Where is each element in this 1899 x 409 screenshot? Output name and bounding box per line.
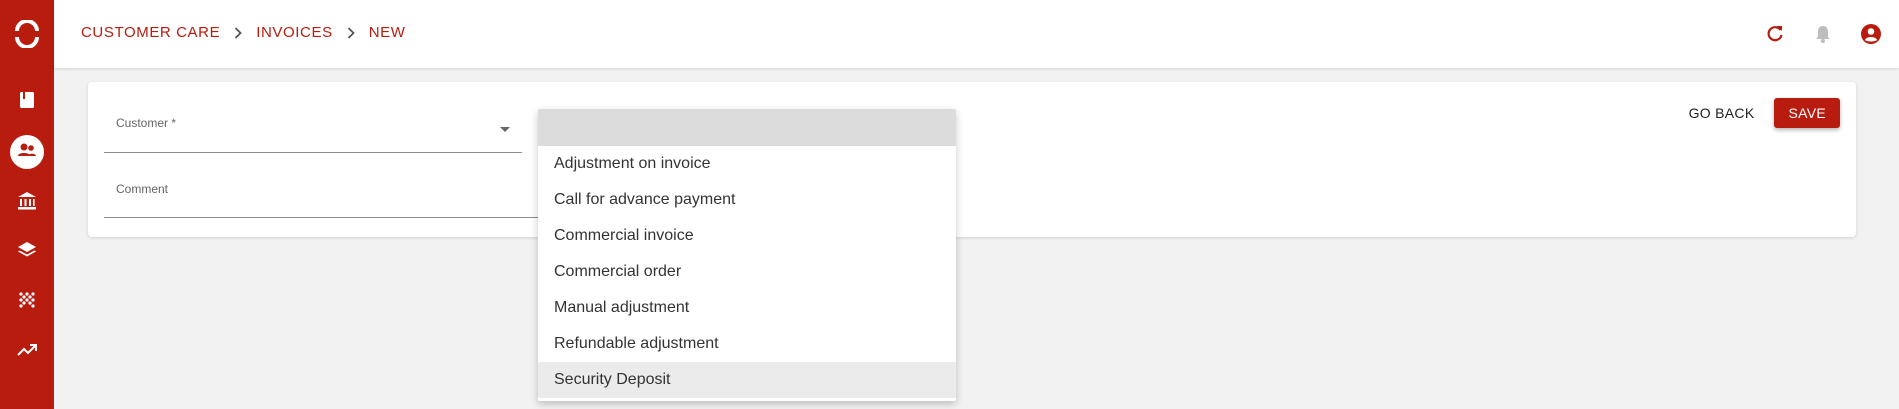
- sidebar-item-layers[interactable]: [7, 232, 47, 272]
- dropdown-option-empty[interactable]: [538, 109, 956, 146]
- book-icon: [17, 90, 37, 115]
- dropdown-option[interactable]: Call for advance payment: [538, 182, 956, 218]
- caret-down-icon[interactable]: [500, 127, 510, 132]
- chevron-right-icon: [347, 26, 355, 39]
- form-actions: GO BACK SAVE: [1683, 98, 1840, 128]
- sidebar-item-grid[interactable]: [7, 282, 47, 322]
- save-button[interactable]: SAVE: [1774, 98, 1840, 128]
- sidebar: [0, 0, 54, 409]
- dropdown-option[interactable]: Commercial order: [538, 254, 956, 290]
- dropdown-option[interactable]: Adjustment on invoice: [538, 146, 956, 182]
- comment-label: Comment: [116, 182, 169, 196]
- chevron-right-icon: [234, 26, 242, 39]
- dropdown-option[interactable]: Manual adjustment: [538, 290, 956, 326]
- invoice-form-card: Customer * Comment GO BACK SAVE: [88, 82, 1856, 237]
- sidebar-item-trending[interactable]: [7, 332, 47, 372]
- comment-field[interactable]: Comment: [104, 174, 544, 218]
- sidebar-item-customers[interactable]: [10, 135, 44, 169]
- sidebar-item-book[interactable]: [7, 82, 47, 122]
- grid-dots-icon: [17, 290, 37, 315]
- refresh-icon[interactable]: [1759, 18, 1791, 50]
- top-bar: CUSTOMER CARE INVOICES NEW: [54, 0, 1899, 68]
- bell-icon[interactable]: [1807, 18, 1839, 50]
- trending-up-icon: [16, 339, 38, 366]
- dropdown-option-highlighted[interactable]: Security Deposit: [538, 362, 956, 398]
- customer-select[interactable]: Customer *: [104, 108, 522, 153]
- breadcrumb: CUSTOMER CARE INVOICES NEW: [81, 24, 406, 41]
- go-back-button[interactable]: GO BACK: [1683, 99, 1761, 127]
- invoice-type-dropdown: Adjustment on invoice Call for advance p…: [538, 109, 956, 401]
- sidebar-item-bank[interactable]: [7, 183, 47, 223]
- dropdown-option[interactable]: Commercial invoice: [538, 218, 956, 254]
- breadcrumb-invoices[interactable]: INVOICES: [256, 24, 332, 41]
- customers-icon: [16, 139, 38, 166]
- breadcrumb-customer-care[interactable]: CUSTOMER CARE: [81, 24, 220, 41]
- dropdown-option[interactable]: Refundable adjustment: [538, 326, 956, 362]
- account-icon[interactable]: [1855, 18, 1887, 50]
- customer-label: Customer *: [116, 116, 177, 130]
- top-actions: [1759, 18, 1887, 50]
- bank-icon: [16, 190, 38, 217]
- layers-icon: [16, 239, 38, 266]
- brand-logo-icon[interactable]: [9, 16, 45, 52]
- comment-input[interactable]: [116, 196, 516, 213]
- breadcrumb-new: NEW: [368, 24, 406, 41]
